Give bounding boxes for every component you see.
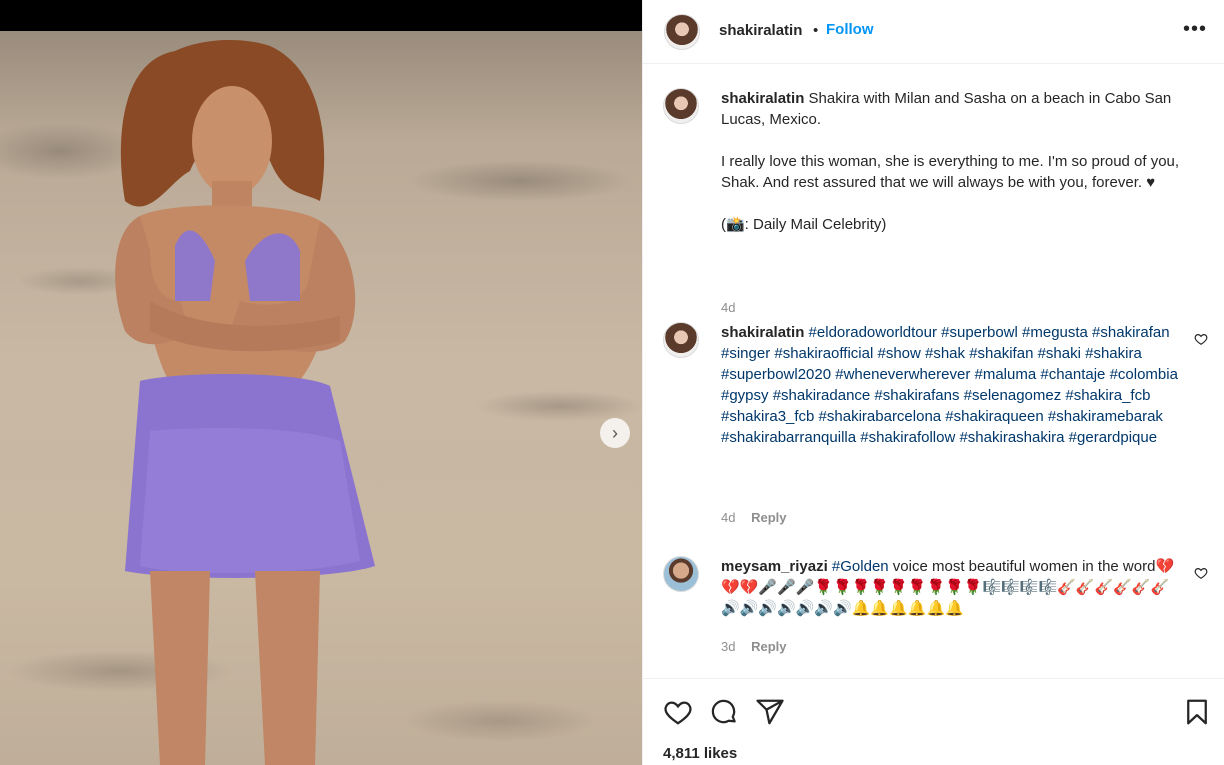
like-comment-icon[interactable] [1194, 332, 1208, 346]
comment-item: shakiralatin #eldoradoworldtour #superbo… [663, 322, 1208, 532]
author-avatar[interactable] [664, 14, 700, 50]
post-panel: shakiralatin • Follow ••• shakiralatin S… [642, 0, 1224, 765]
comment-hashtag[interactable]: #Golden [832, 558, 889, 575]
more-options-icon[interactable]: ••• [1183, 18, 1207, 41]
save-bookmark-icon[interactable] [1182, 697, 1212, 727]
caption: shakiralatin Shakira with Milan and Sash… [663, 88, 1208, 315]
comment-meta: 3d Reply [721, 639, 787, 654]
reply-button[interactable]: Reply [751, 639, 786, 654]
comment-username[interactable]: shakiralatin [721, 324, 804, 341]
post-actions: 4,811 likes [643, 678, 1224, 765]
woman-on-beach-illustration [115, 39, 375, 765]
post-media: › [0, 0, 642, 765]
post-header: shakiralatin • Follow ••• [643, 0, 1224, 64]
comment-username[interactable]: meysam_riyazi [721, 558, 828, 575]
author-username[interactable]: shakiralatin [719, 22, 802, 39]
comment-item: meysam_riyazi #Golden voice most beautif… [663, 556, 1208, 666]
media-top-bar [0, 0, 642, 31]
chevron-right-icon: › [612, 422, 618, 443]
like-comment-icon[interactable] [1194, 566, 1208, 580]
share-icon[interactable] [755, 697, 785, 727]
comment-meta: 4d Reply [721, 510, 787, 525]
separator-dot: • [813, 22, 819, 39]
next-image-button[interactable]: › [600, 418, 630, 448]
comment-avatar[interactable] [663, 556, 699, 592]
comment-body: shakiralatin #eldoradoworldtour #superbo… [721, 322, 1186, 448]
follow-button[interactable]: Follow [826, 21, 874, 38]
reply-button[interactable]: Reply [751, 510, 786, 525]
comment-timestamp: 3d [721, 639, 736, 654]
comments-list[interactable]: shakiralatin Shakira with Milan and Sash… [643, 64, 1224, 678]
likes-count[interactable]: 4,811 likes [663, 745, 737, 762]
caption-body: shakiralatin Shakira with Milan and Sash… [721, 88, 1186, 235]
caption-author-avatar[interactable] [663, 88, 699, 124]
caption-username[interactable]: shakiralatin [721, 90, 804, 107]
comment-timestamp: 4d [721, 510, 736, 525]
comment-hashtags[interactable]: #eldoradoworldtour #superbowl #megusta #… [721, 324, 1178, 446]
comment-avatar[interactable] [663, 322, 699, 358]
caption-text-2: I really love this woman, she is everyth… [721, 153, 1180, 191]
caption-timestamp: 4d [721, 300, 736, 315]
caption-text-3: (📸: Daily Mail Celebrity) [721, 216, 887, 233]
comment-body: meysam_riyazi #Golden voice most beautif… [721, 556, 1186, 619]
comment-icon[interactable] [709, 697, 739, 727]
heart-icon[interactable] [663, 697, 693, 727]
